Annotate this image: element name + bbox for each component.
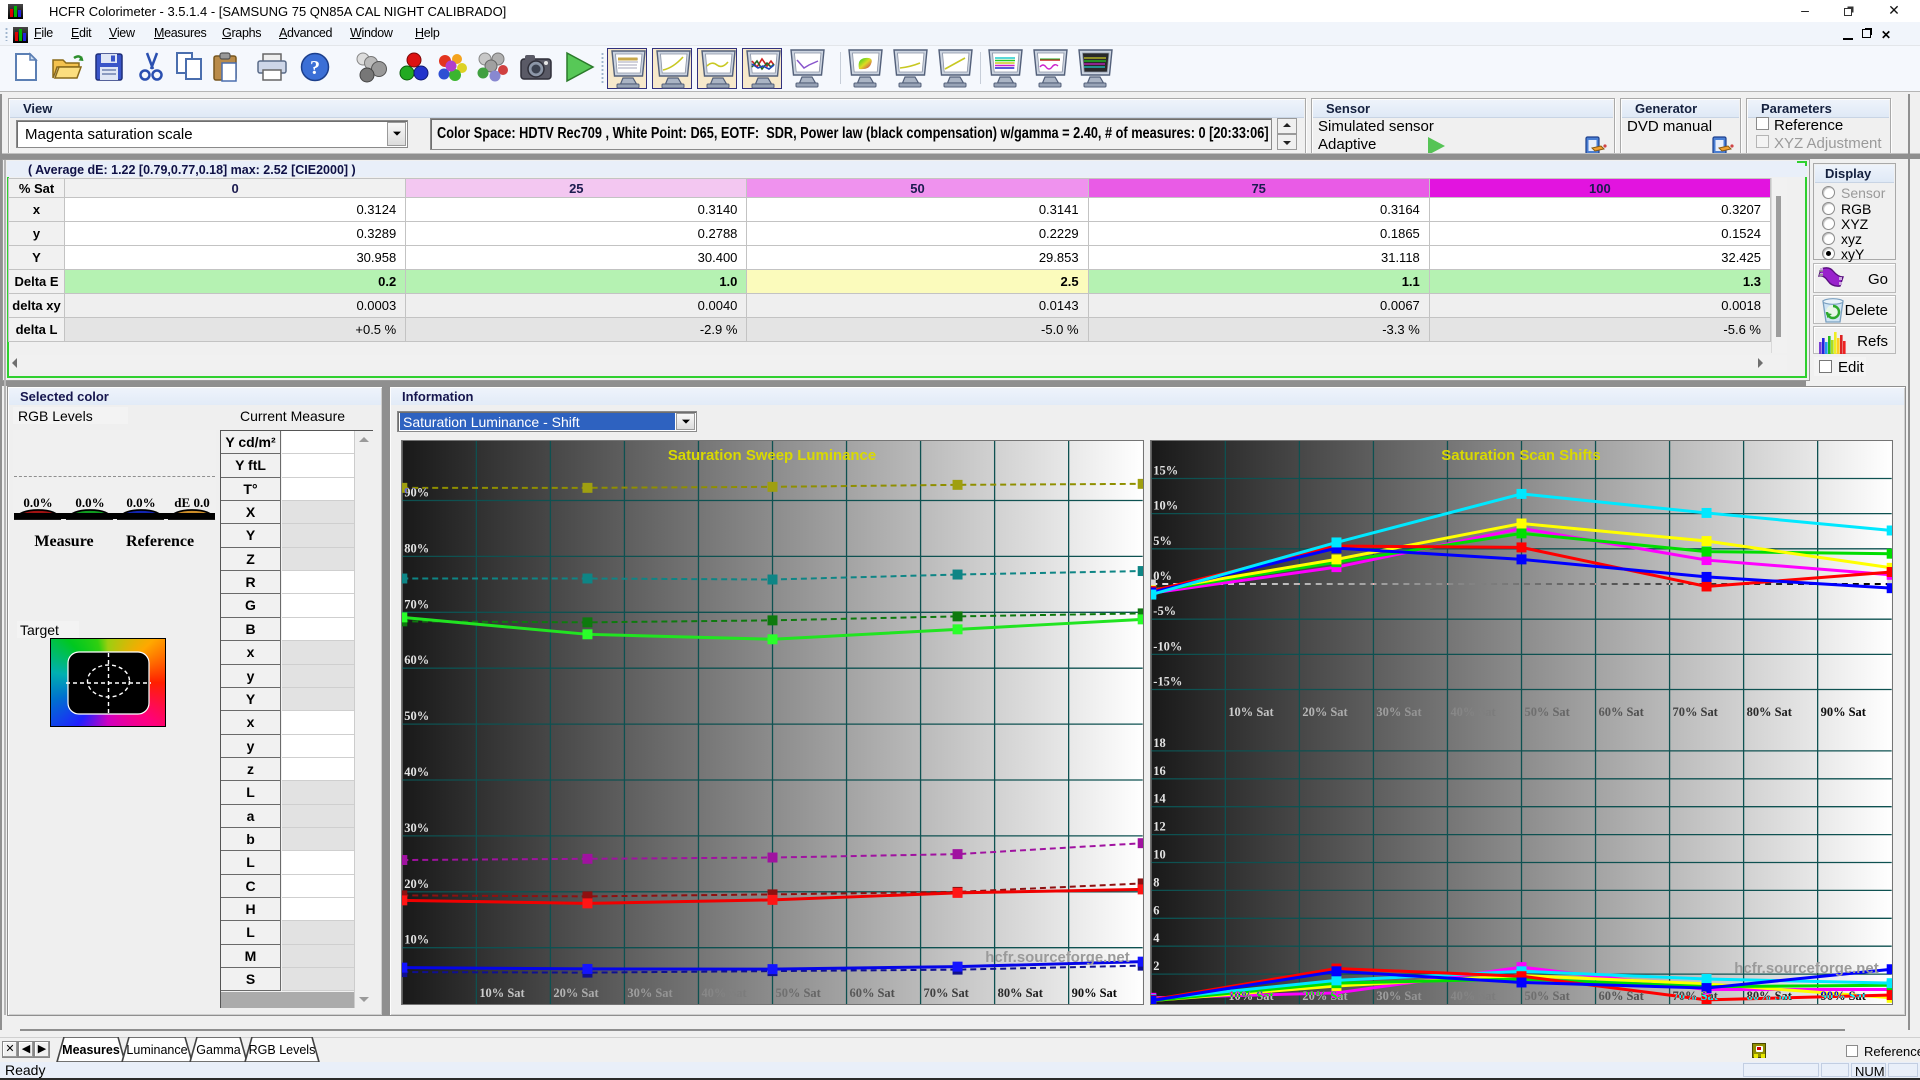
svg-text:?: ? <box>310 57 320 79</box>
svg-text:Saturation Scan Shifts: Saturation Scan Shifts <box>1441 447 1600 464</box>
svg-text:6: 6 <box>1153 903 1159 917</box>
svg-text:30% Sat: 30% Sat <box>1376 705 1422 719</box>
svg-text:80% Sat: 80% Sat <box>1747 705 1793 719</box>
svg-text:20% Sat: 20% Sat <box>553 986 599 1000</box>
svg-text:hcfr.sourceforge.net: hcfr.sourceforge.net <box>1734 960 1878 977</box>
svg-text:0%: 0% <box>1153 569 1172 583</box>
svg-text:10%: 10% <box>1153 499 1178 513</box>
svg-text:Measures: Measures <box>62 1043 120 1057</box>
svg-text:70%: 70% <box>404 597 429 611</box>
svg-text:40% Sat: 40% Sat <box>1450 705 1496 719</box>
svg-text:60% Sat: 60% Sat <box>1599 705 1645 719</box>
svg-text:18: 18 <box>1153 736 1165 750</box>
svg-text:14: 14 <box>1153 792 1165 806</box>
svg-text:10% Sat: 10% Sat <box>479 986 525 1000</box>
svg-text:40% Sat: 40% Sat <box>701 986 747 1000</box>
svg-text:50% Sat: 50% Sat <box>775 986 821 1000</box>
svg-text:70% Sat: 70% Sat <box>924 986 970 1000</box>
svg-text:2: 2 <box>1153 959 1159 973</box>
svg-text:90% Sat: 90% Sat <box>1821 705 1867 719</box>
svg-text:60% Sat: 60% Sat <box>850 986 896 1000</box>
svg-text:90%: 90% <box>404 486 429 500</box>
svg-text:90% Sat: 90% Sat <box>1821 989 1867 1003</box>
svg-text:Luminance: Luminance <box>126 1043 187 1057</box>
svg-text:60% Sat: 60% Sat <box>1599 989 1645 1003</box>
svg-text:20% Sat: 20% Sat <box>1302 705 1348 719</box>
svg-text:30% Sat: 30% Sat <box>627 986 673 1000</box>
svg-text:20%: 20% <box>404 877 429 891</box>
svg-text:-15%: -15% <box>1153 675 1182 689</box>
svg-text:50% Sat: 50% Sat <box>1524 989 1570 1003</box>
svg-text:15%: 15% <box>1153 463 1178 477</box>
svg-text:40% Sat: 40% Sat <box>1450 989 1496 1003</box>
svg-text:Saturation Sweep Luminance: Saturation Sweep Luminance <box>668 447 876 464</box>
svg-text:4: 4 <box>1153 931 1159 945</box>
svg-text:Gamma: Gamma <box>196 1043 241 1057</box>
svg-text:60%: 60% <box>404 653 429 667</box>
svg-text:12: 12 <box>1153 820 1165 834</box>
svg-text:40%: 40% <box>404 765 429 779</box>
svg-text:70% Sat: 70% Sat <box>1673 989 1719 1003</box>
svg-text:10% Sat: 10% Sat <box>1228 705 1274 719</box>
svg-text:80% Sat: 80% Sat <box>1747 989 1793 1003</box>
svg-text:5%: 5% <box>1153 534 1172 548</box>
svg-text:30%: 30% <box>404 821 429 835</box>
svg-text:16: 16 <box>1153 764 1165 778</box>
svg-text:8: 8 <box>1153 875 1159 889</box>
svg-text:50% Sat: 50% Sat <box>1524 705 1570 719</box>
svg-text:-5%: -5% <box>1153 604 1176 618</box>
svg-text:90% Sat: 90% Sat <box>1072 986 1118 1000</box>
svg-text:70% Sat: 70% Sat <box>1673 705 1719 719</box>
svg-text:RGB Levels: RGB Levels <box>249 1043 316 1057</box>
svg-text:10%: 10% <box>404 933 429 947</box>
svg-text:10% Sat: 10% Sat <box>1228 989 1274 1003</box>
svg-text:80% Sat: 80% Sat <box>998 986 1044 1000</box>
svg-text:80%: 80% <box>404 541 429 555</box>
svg-text:10: 10 <box>1153 848 1165 862</box>
svg-text:30% Sat: 30% Sat <box>1376 989 1422 1003</box>
svg-text:-10%: -10% <box>1153 639 1182 653</box>
svg-text:50%: 50% <box>404 709 429 723</box>
svg-text:hcfr.sourceforge.net: hcfr.sourceforge.net <box>985 949 1129 966</box>
svg-text:20% Sat: 20% Sat <box>1302 989 1348 1003</box>
